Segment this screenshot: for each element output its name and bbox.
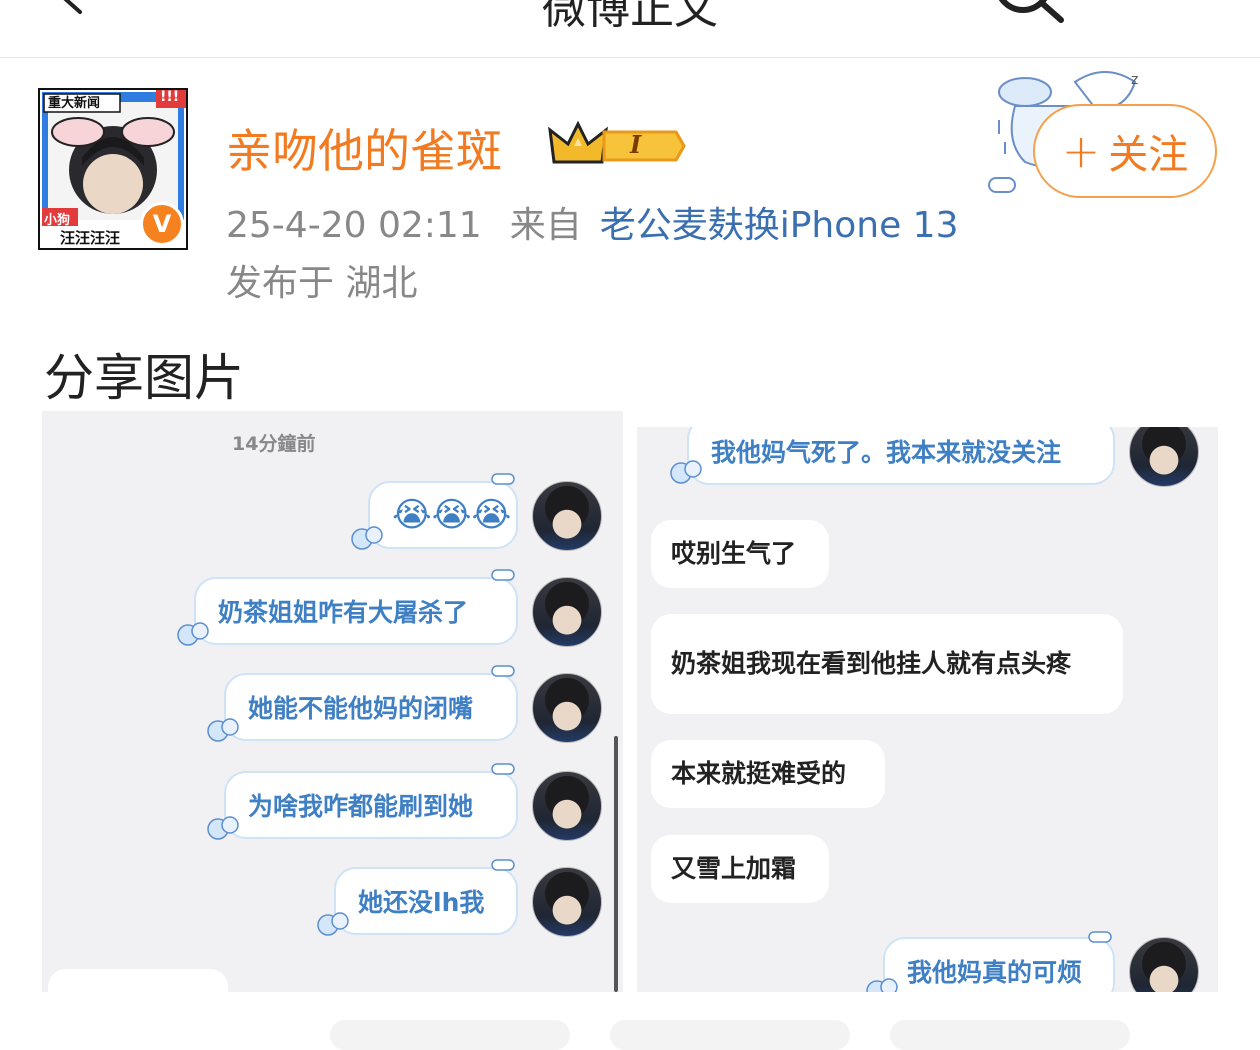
svg-text:z: z xyxy=(1131,72,1138,88)
chat-bubble-received: 哎别生气了 xyxy=(651,520,829,588)
chat-bubble-sent: 😭😭😭 xyxy=(368,481,518,549)
avatar-badge-alert: !!! xyxy=(160,89,180,105)
chat-message-text: 哎别生气了 xyxy=(671,539,797,568)
chat-time-label: 14分鐘前 xyxy=(232,433,316,455)
flower-sticker-icon xyxy=(866,978,898,992)
chat-message-text: 她还没lh我 xyxy=(358,888,485,917)
chat-bubble-partial xyxy=(48,969,228,992)
sender-avatar xyxy=(532,673,602,743)
avatar-badge-news: 重大新闻 xyxy=(48,96,101,111)
post-meta: 25-4-20 02:11 来自 老公麦麸换iPhone 13 xyxy=(226,196,959,248)
flower-sticker-icon xyxy=(177,622,209,646)
action-button-partial[interactable] xyxy=(610,1020,850,1050)
chat-message-text: 本来就挺难受的 xyxy=(671,759,847,788)
page-title: 微博正文 xyxy=(542,0,718,34)
chat-bubble-sent: 我他妈气死了。我本来就没关注 xyxy=(687,427,1115,485)
flower-sticker-icon xyxy=(207,816,239,840)
chat-message-text: 为啥我咋都能刷到她 xyxy=(248,792,474,821)
pill-sticker-icon xyxy=(491,859,515,871)
pill-sticker-icon xyxy=(491,763,515,775)
post-image-2[interactable]: 我他妈气死了。我本来就没关注 哎别生气了 奶茶姐我现在看到他挂人就有点头疼 本来… xyxy=(637,427,1218,992)
author-avatar[interactable]: 重大新闻 !!! 小狗 汪汪汪汪 V xyxy=(38,88,188,250)
verified-mark: V xyxy=(152,210,172,238)
chat-message-text: 又雪上加霜 xyxy=(671,854,797,883)
post-image-1[interactable]: 14分鐘前 😭😭😭 奶茶姐姐咋有大屠杀了 她能不能他妈的闭嘴 为啥我咋都能刷到她… xyxy=(42,411,623,992)
scrollbar xyxy=(614,736,618,992)
chat-message-text: 奶茶姐我现在看到他挂人就有点头疼 xyxy=(671,649,1072,678)
plus-icon: + xyxy=(1061,124,1101,178)
chat-message-text: 😭😭😭 xyxy=(392,495,512,535)
sender-avatar xyxy=(1129,427,1199,487)
chat-message-text: 我他妈真的可烦 xyxy=(907,958,1083,987)
pill-sticker-icon xyxy=(491,473,515,485)
chat-message-text: 她能不能他妈的闭嘴 xyxy=(248,694,474,723)
chat-bubble-received: 本来就挺难受的 xyxy=(651,740,885,808)
action-button-partial[interactable] xyxy=(890,1020,1130,1050)
member-crown-icon: I xyxy=(548,118,688,170)
source-prefix: 来自 xyxy=(509,205,582,246)
chat-bubble-received: 又雪上加霜 xyxy=(651,835,829,903)
chat-bubble-sent: 她能不能他妈的闭嘴 xyxy=(224,673,518,741)
follow-label: 关注 xyxy=(1108,132,1189,178)
sender-avatar xyxy=(532,577,602,647)
chat-bubble-sent: 她还没lh我 xyxy=(334,867,518,935)
chat-bubble-sent: 我他妈真的可烦 xyxy=(883,937,1115,992)
flower-sticker-icon xyxy=(317,912,349,936)
chat-message-text: 奶茶姐姐咋有大屠杀了 xyxy=(218,598,469,627)
verified-badge-icon: V xyxy=(140,202,184,246)
flower-sticker-icon xyxy=(207,718,239,742)
sender-avatar xyxy=(1129,937,1199,992)
sender-avatar xyxy=(532,481,602,551)
chat-bubble-sent: 为啥我咋都能刷到她 xyxy=(224,771,518,839)
author-name[interactable]: 亲吻他的雀斑 xyxy=(226,115,502,181)
post-datetime: 25-4-20 02:11 xyxy=(226,205,482,246)
pill-sticker-icon xyxy=(1088,931,1112,943)
post-location: 发布于 湖北 xyxy=(226,263,418,304)
sender-avatar xyxy=(532,771,602,841)
flower-sticker-icon xyxy=(670,460,702,484)
member-level: I xyxy=(630,130,642,159)
avatar-tag: 小狗 xyxy=(44,213,71,228)
action-button-partial[interactable] xyxy=(330,1020,570,1050)
top-nav-bar: 微博正文 xyxy=(0,0,1260,58)
pill-sticker-icon xyxy=(491,569,515,581)
chat-message-text: 我他妈气死了。我本来就没关注 xyxy=(711,438,1062,467)
sender-avatar xyxy=(532,867,602,937)
avatar-caption: 汪汪汪汪 xyxy=(60,229,121,247)
post-text: 分享图片 xyxy=(44,349,244,407)
follow-button[interactable]: + 关注 xyxy=(1033,104,1217,198)
flower-sticker-icon xyxy=(351,526,383,550)
chat-bubble-sent: 奶茶姐姐咋有大屠杀了 xyxy=(194,577,518,645)
pill-sticker-icon xyxy=(491,665,515,677)
post-source-link[interactable]: 老公麦麸换iPhone 13 xyxy=(600,205,959,246)
search-icon[interactable] xyxy=(985,0,1065,24)
chat-bubble-received: 奶茶姐我现在看到他挂人就有点头疼 xyxy=(651,614,1123,714)
